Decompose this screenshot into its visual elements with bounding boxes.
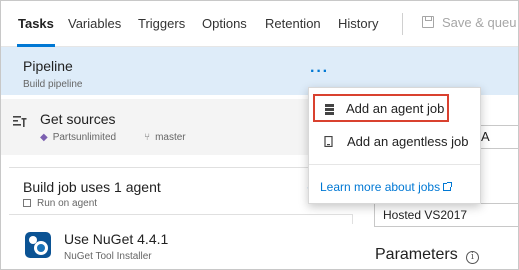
save-queue-button[interactable]: Save & queu [422, 15, 516, 30]
toolbar-divider [402, 13, 403, 35]
menu-item-label: Add an agentless job [347, 134, 469, 149]
get-sources-title: Get sources [40, 111, 116, 127]
agentless-job-icon [324, 136, 333, 147]
build-definition-editor: Tasks Variables Triggers Options Retenti… [0, 0, 519, 270]
name-field-text: A [481, 129, 490, 144]
tab-history[interactable]: History [338, 16, 378, 31]
save-queue-label: Save & queu [442, 15, 517, 30]
job-subtitle: Run on agent [37, 198, 98, 209]
job-title: Build job uses 1 agent [23, 179, 161, 195]
sources-meta: ◆ Partsunlimited ⑂ master [40, 132, 186, 143]
tab-tasks[interactable]: Tasks [18, 16, 54, 31]
task-subtitle: NuGet Tool Installer [64, 251, 152, 262]
nuget-icon [25, 232, 51, 258]
get-sources-row[interactable]: Get sources ◆ Partsunlimited ⑂ master [1, 99, 353, 155]
branch-name: master [155, 132, 186, 143]
agent-pool-select[interactable]: Hosted VS2017 [374, 203, 518, 227]
save-icon [422, 16, 434, 28]
menu-item-add-agent-job[interactable]: Add an agent job [313, 94, 449, 122]
agent-job-row[interactable]: Build job uses 1 agent Run on agent + [9, 167, 353, 215]
pipeline-tree: Pipeline Build pipeline ··· Get sources … [1, 47, 518, 269]
tab-variables[interactable]: Variables [68, 16, 121, 31]
menu-item-add-agentless-job[interactable]: Add an agentless job [314, 128, 477, 156]
job-subtitle-wrap: Run on agent [23, 198, 97, 209]
menu-item-label: Add an agent job [346, 101, 445, 116]
more-ellipsis-icon[interactable]: ··· [310, 63, 329, 81]
menu-divider [309, 164, 480, 165]
visual-studio-icon: ◆ [40, 132, 48, 143]
task-title: Use NuGet 4.4.1 [64, 231, 169, 247]
agent-job-icon [325, 104, 334, 115]
tab-options[interactable]: Options [202, 16, 247, 31]
branch-icon: ⑂ [144, 132, 151, 143]
tab-triggers[interactable]: Triggers [138, 16, 185, 31]
parameters-heading: Parameters [375, 246, 458, 263]
task-row[interactable]: Use NuGet 4.4.1 NuGet Tool Installer [9, 224, 353, 269]
pipeline-title: Pipeline [23, 58, 73, 74]
get-sources-icon [13, 116, 27, 127]
agent-pool-value: Hosted VS2017 [383, 208, 468, 222]
pipeline-context-menu: Add an agent job Add an agentless job Le… [308, 87, 481, 204]
tab-bar: Tasks Variables Triggers Options Retenti… [1, 1, 518, 47]
pipeline-subtitle: Build pipeline [23, 79, 83, 90]
learn-more-link[interactable]: Learn more about jobs [320, 180, 453, 194]
repo-name: Partsunlimited [52, 132, 117, 143]
external-link-icon [443, 182, 453, 191]
info-icon[interactable]: i [466, 251, 479, 264]
agent-icon [23, 199, 31, 207]
learn-more-label: Learn more about jobs [320, 180, 441, 194]
tab-retention[interactable]: Retention [265, 16, 321, 31]
